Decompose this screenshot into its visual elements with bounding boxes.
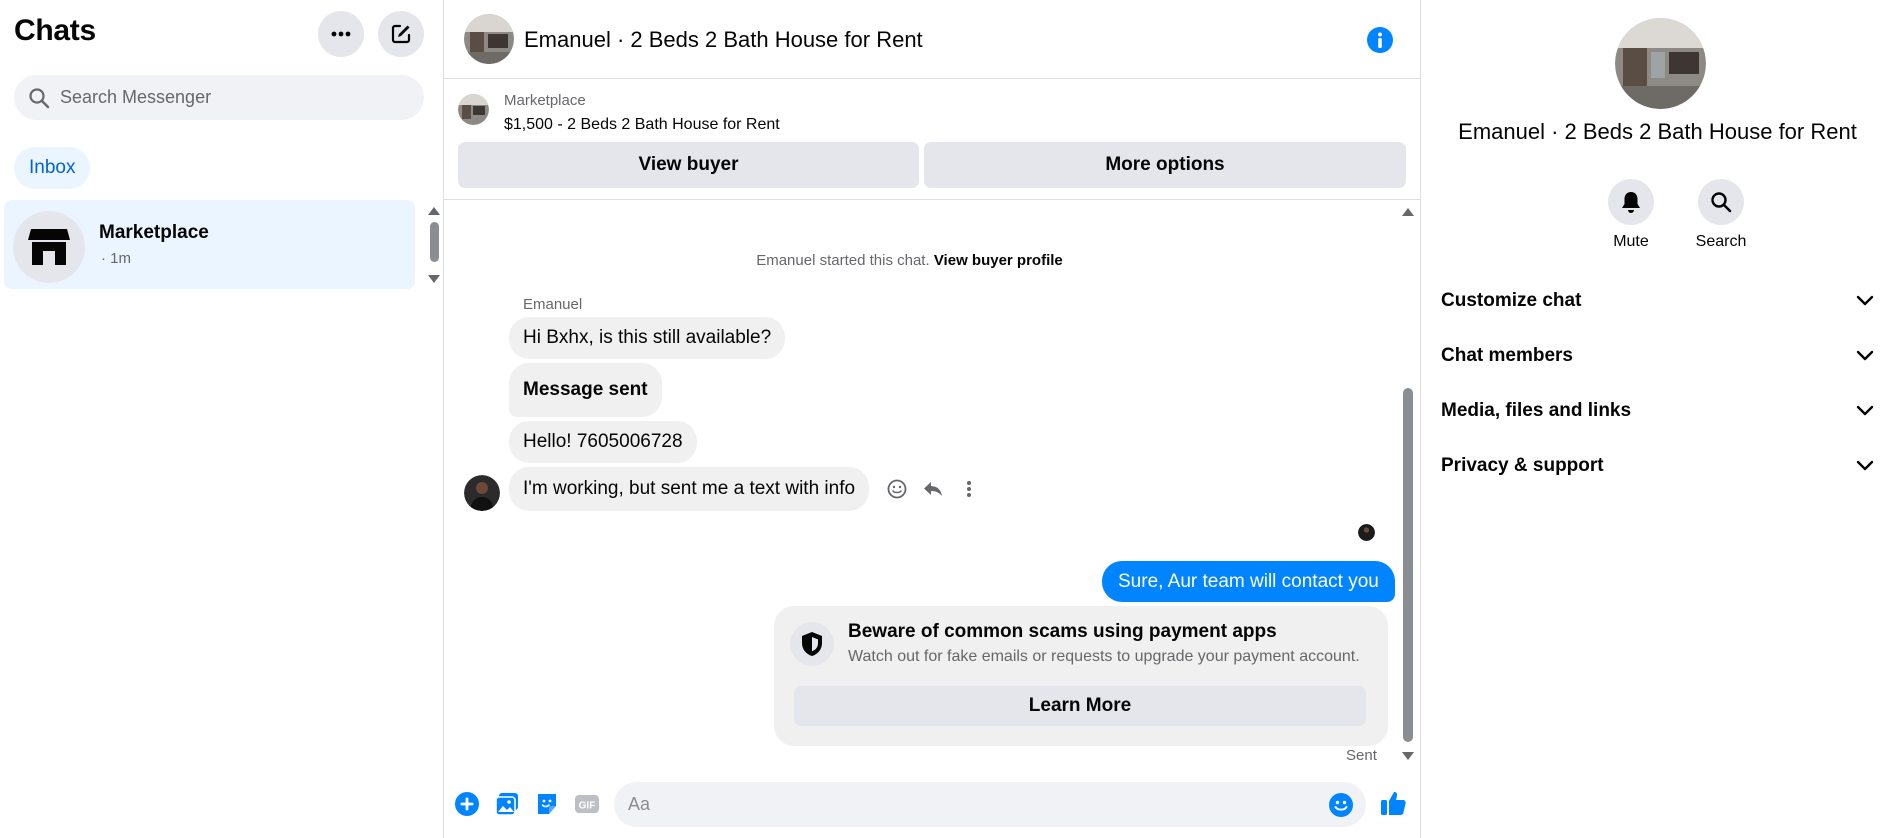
chevron-down-icon bbox=[1856, 460, 1874, 471]
thumbs-up-icon[interactable] bbox=[1379, 788, 1409, 818]
chat-scrollbar-thumb[interactable] bbox=[1403, 388, 1413, 742]
chat-info-avatar[interactable] bbox=[1615, 18, 1706, 109]
scroll-down-arrow-icon[interactable] bbox=[426, 273, 442, 285]
mute-action[interactable]: Mute bbox=[1586, 179, 1676, 251]
incoming-message[interactable]: Hello! 7605006728 bbox=[509, 421, 697, 463]
search-icon bbox=[1711, 192, 1732, 213]
sticker-icon[interactable] bbox=[534, 791, 560, 817]
svg-text:GIF: GIF bbox=[579, 801, 596, 812]
chats-title: Chats bbox=[14, 14, 96, 47]
incoming-message[interactable]: Message sent bbox=[509, 363, 662, 417]
mute-button[interactable] bbox=[1608, 179, 1654, 225]
scam-warning-card: Beware of common scams using payment app… bbox=[774, 606, 1388, 746]
incoming-message[interactable]: I'm working, but sent me a text with inf… bbox=[509, 467, 870, 511]
listing-avatar[interactable] bbox=[464, 14, 514, 64]
learn-more-button[interactable]: Learn More bbox=[794, 686, 1366, 726]
scroll-up-arrow-icon[interactable] bbox=[426, 205, 442, 217]
sender-name: Emanuel bbox=[523, 296, 583, 313]
chat-members-section[interactable]: Chat members bbox=[1421, 331, 1894, 381]
inbox-filter-tab[interactable]: Inbox bbox=[14, 147, 91, 189]
reply-button[interactable] bbox=[920, 476, 946, 502]
react-button[interactable] bbox=[884, 476, 910, 502]
chevron-down-icon bbox=[1856, 295, 1874, 306]
message-actions bbox=[884, 476, 982, 502]
chat-header: Emanuel · 2 Beds 2 Bath House for Rent bbox=[444, 0, 1421, 79]
section-label: Privacy & support bbox=[1441, 455, 1604, 476]
message-input-box[interactable] bbox=[614, 782, 1366, 827]
gif-icon[interactable]: GIF bbox=[574, 791, 600, 817]
chat-list-sidebar: Chats Inbox Marketplace · 1m bbox=[0, 0, 444, 838]
view-buyer-button[interactable]: View buyer bbox=[458, 142, 919, 188]
more-options-button[interactable] bbox=[318, 11, 364, 57]
sidebar-scrollbar-thumb[interactable] bbox=[430, 222, 439, 262]
shield-icon-wrap bbox=[790, 622, 834, 666]
privacy-support-section[interactable]: Privacy & support bbox=[1421, 441, 1894, 491]
marketplace-listing-bar: Marketplace $1,500 - 2 Beds 2 Bath House… bbox=[444, 80, 1421, 200]
outgoing-message[interactable]: Sure, Aur team will contact you bbox=[1102, 561, 1395, 602]
mute-label: Mute bbox=[1613, 233, 1649, 250]
search-action[interactable]: Search bbox=[1676, 179, 1766, 251]
conversation-list-item[interactable]: Marketplace · 1m bbox=[4, 200, 415, 289]
chat-header-title[interactable]: Emanuel · 2 Beds 2 Bath House for Rent bbox=[524, 27, 923, 53]
message-more-button[interactable] bbox=[956, 476, 982, 502]
marketplace-avatar bbox=[13, 211, 85, 283]
message-input[interactable] bbox=[628, 782, 1308, 827]
plus-icon[interactable] bbox=[454, 791, 480, 817]
seen-avatar-icon bbox=[1358, 524, 1375, 541]
conversation-name: Marketplace bbox=[99, 222, 209, 243]
scroll-down-arrow-icon[interactable] bbox=[1401, 750, 1415, 762]
search-label: Search bbox=[1695, 233, 1747, 250]
message-composer: GIF bbox=[444, 782, 1421, 838]
search-messenger-input[interactable] bbox=[60, 87, 400, 108]
chat-started-text: Emanuel started this chat. bbox=[756, 252, 930, 269]
new-message-button[interactable] bbox=[378, 11, 424, 57]
incoming-message[interactable]: Hi Bxhx, is this still available? bbox=[509, 317, 786, 359]
chat-window: Emanuel · 2 Beds 2 Bath House for Rent M… bbox=[444, 0, 1421, 838]
shield-icon bbox=[802, 632, 822, 656]
section-label: Media, files and links bbox=[1441, 400, 1632, 421]
emoji-icon[interactable] bbox=[1328, 792, 1354, 818]
chat-info-panel: Emanuel · 2 Beds 2 Bath House for Rent M… bbox=[1421, 0, 1894, 838]
section-label: Customize chat bbox=[1441, 290, 1582, 311]
search-icon bbox=[29, 87, 50, 108]
listing-source: Marketplace bbox=[504, 92, 586, 109]
compose-icon bbox=[391, 24, 411, 44]
more-icon bbox=[331, 31, 351, 37]
vertical-dots-icon bbox=[967, 481, 971, 497]
sender-avatar[interactable] bbox=[464, 475, 500, 511]
storefront-icon bbox=[28, 229, 70, 265]
smiley-icon bbox=[887, 479, 907, 499]
more-options-listing-button[interactable]: More options bbox=[924, 142, 1406, 188]
listing-price-title[interactable]: $1,500 - 2 Beds 2 Bath House for Rent bbox=[504, 116, 780, 134]
conversation-time: · 1m bbox=[101, 250, 131, 267]
view-buyer-profile-link[interactable]: View buyer profile bbox=[934, 252, 1063, 269]
photo-icon[interactable] bbox=[494, 791, 520, 817]
search-conversation-button[interactable] bbox=[1698, 179, 1744, 225]
section-label: Chat members bbox=[1441, 345, 1573, 366]
chevron-down-icon bbox=[1856, 350, 1874, 361]
media-files-links-section[interactable]: Media, files and links bbox=[1421, 386, 1894, 436]
scam-warning-description: Watch out for fake emails or requests to… bbox=[848, 648, 1360, 665]
listing-thumbnail bbox=[458, 94, 489, 125]
customize-chat-section[interactable]: Customize chat bbox=[1421, 276, 1894, 326]
scroll-up-arrow-icon[interactable] bbox=[1401, 206, 1415, 218]
chevron-down-icon bbox=[1856, 405, 1874, 416]
scam-warning-title: Beware of common scams using payment app… bbox=[848, 621, 1277, 642]
chat-info-title: Emanuel · 2 Beds 2 Bath House for Rent bbox=[1458, 119, 1857, 144]
search-messenger-box[interactable] bbox=[14, 75, 424, 120]
bell-icon bbox=[1622, 192, 1640, 213]
sent-status: Sent bbox=[1346, 747, 1377, 764]
reply-icon bbox=[924, 482, 942, 496]
chat-started-notice: Emanuel started this chat. View buyer pr… bbox=[444, 252, 1375, 269]
info-icon[interactable] bbox=[1366, 26, 1394, 54]
